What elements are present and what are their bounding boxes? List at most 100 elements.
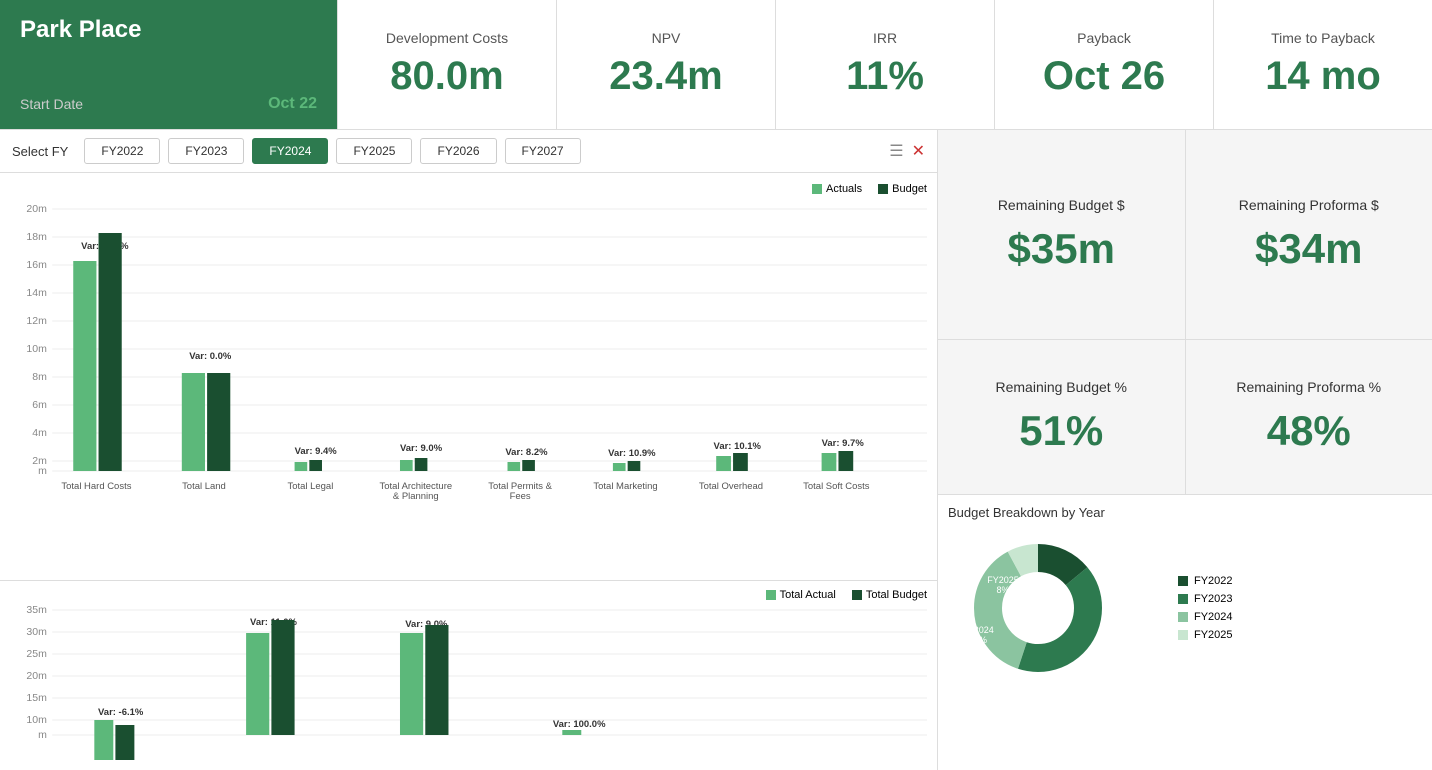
svg-text:37%: 37% bbox=[969, 635, 987, 645]
fy-btn-2027[interactable]: FY2027 bbox=[505, 138, 581, 164]
metric-dev-costs-label: Development Costs bbox=[386, 30, 508, 46]
metric-dev-costs-value: 80.0m bbox=[390, 54, 503, 99]
start-date-value: Oct 22 bbox=[268, 95, 317, 113]
donut-title: Budget Breakdown by Year bbox=[948, 505, 1422, 520]
donut-legend-fy2022: FY2022 bbox=[1178, 575, 1233, 587]
metric-payback: Payback Oct 26 bbox=[995, 0, 1214, 129]
top-header: Park Place Start Date Oct 22 Development… bbox=[0, 0, 1432, 130]
svg-text:10m: 10m bbox=[26, 715, 47, 726]
donut-label-fy2025: FY2025 bbox=[987, 575, 1019, 585]
donut-legend-fy2023: FY2023 bbox=[1178, 593, 1233, 605]
remaining-budget-dollar: Remaining Budget $ $35m bbox=[938, 130, 1186, 339]
svg-text:Var: 9.0%: Var: 9.0% bbox=[400, 443, 442, 453]
donut-svg: FY2022 14% FY2025 8% FY2024 37% bbox=[948, 528, 1168, 688]
svg-text:Var: 100.0%: Var: 100.0% bbox=[553, 719, 606, 729]
metric-time-payback: Time to Payback 14 mo bbox=[1214, 0, 1432, 129]
svg-text:14%: 14% bbox=[1087, 558, 1105, 568]
svg-text:Total Legal: Total Legal bbox=[287, 481, 333, 491]
remaining-proforma-dollar-label: Remaining Proforma $ bbox=[1239, 197, 1379, 213]
fy-btn-2025[interactable]: FY2025 bbox=[336, 138, 412, 164]
svg-text:14m: 14m bbox=[26, 288, 47, 299]
metric-payback-label: Payback bbox=[1077, 30, 1131, 46]
remaining-budget-dollar-value: $35m bbox=[1008, 225, 1115, 273]
donut-legend-fy2024: FY2024 bbox=[1178, 611, 1233, 623]
metric-npv: NPV 23.4m bbox=[557, 0, 776, 129]
legend-total-budget-label: Total Budget bbox=[866, 589, 927, 601]
svg-text:18m: 18m bbox=[26, 232, 47, 243]
donut-label-fy2024: FY2024 bbox=[962, 625, 994, 635]
metric-payback-value: Oct 26 bbox=[1043, 54, 1165, 99]
svg-text:35m: 35m bbox=[26, 605, 47, 616]
svg-text:15m: 15m bbox=[26, 693, 47, 704]
svg-text:12m: 12m bbox=[26, 316, 47, 327]
chart1-legend: Actuals Budget bbox=[10, 183, 927, 195]
metric-time-payback-value: 14 mo bbox=[1265, 54, 1381, 99]
right-mid-metrics: Remaining Budget % 51% Remaining Proform… bbox=[938, 340, 1432, 495]
fy-icons: ☰ ✕ bbox=[889, 141, 925, 161]
svg-text:Total Architecture: Total Architecture bbox=[379, 481, 452, 491]
chart1-area: Actuals Budget bbox=[0, 173, 937, 580]
svg-text:Total Soft Costs: Total Soft Costs bbox=[803, 481, 870, 491]
remaining-budget-pct-label: Remaining Budget % bbox=[995, 379, 1127, 395]
legend-total-actual: Total Actual bbox=[766, 589, 836, 601]
svg-text:Total Hard Costs: Total Hard Costs bbox=[61, 481, 131, 491]
svg-text:20m: 20m bbox=[26, 204, 47, 215]
right-section: Remaining Budget $ $35m Remaining Profor… bbox=[938, 130, 1432, 770]
svg-text:30m: 30m bbox=[26, 627, 47, 638]
fy-btn-2024[interactable]: FY2024 bbox=[252, 138, 328, 164]
remaining-proforma-pct: Remaining Proforma % 48% bbox=[1186, 340, 1432, 494]
svg-text:Total Permits &: Total Permits & bbox=[488, 481, 553, 491]
metric-time-payback-label: Time to Payback bbox=[1271, 30, 1375, 46]
legend-total-budget: Total Budget bbox=[852, 589, 927, 601]
donut-content: FY2022 14% FY2025 8% FY2024 37% FY2022 bbox=[948, 528, 1422, 688]
svg-text:Total Overhead: Total Overhead bbox=[699, 481, 763, 491]
clear-filter-icon[interactable]: ✕ bbox=[912, 141, 925, 161]
chart2-svg: 35m 30m 25m 20m 15m 10m m Var: -6.1% Var… bbox=[10, 605, 927, 765]
svg-text:Var: 0.0%: Var: 0.0% bbox=[189, 351, 231, 361]
fy-btn-2023[interactable]: FY2023 bbox=[168, 138, 244, 164]
chart1-svg: 20m 18m 16m 14m 12m 10m 8m 6m 4m 2m m Va… bbox=[10, 199, 927, 509]
legend-total-actual-label: Total Actual bbox=[780, 589, 836, 601]
svg-text:Total Land: Total Land bbox=[182, 481, 226, 491]
left-section: Select FY FY2022 FY2023 FY2024 FY2025 FY… bbox=[0, 130, 938, 770]
remaining-proforma-pct-label: Remaining Proforma % bbox=[1236, 379, 1381, 395]
remaining-budget-pct: Remaining Budget % 51% bbox=[938, 340, 1186, 494]
donut-legend-fy2024-dot bbox=[1178, 612, 1188, 622]
metric-npv-value: 23.4m bbox=[609, 54, 722, 99]
donut-label-fy2022: FY2022 bbox=[1080, 548, 1112, 558]
svg-text:6m: 6m bbox=[32, 400, 47, 411]
project-card: Park Place Start Date Oct 22 bbox=[0, 0, 338, 129]
fy-selector: Select FY FY2022 FY2023 FY2024 FY2025 FY… bbox=[0, 130, 937, 173]
legend-actuals: Actuals bbox=[812, 183, 862, 195]
metric-irr: IRR 11% bbox=[776, 0, 995, 129]
remaining-budget-dollar-label: Remaining Budget $ bbox=[998, 197, 1125, 213]
remaining-proforma-pct-value: 48% bbox=[1267, 407, 1351, 455]
svg-text:Total Marketing: Total Marketing bbox=[593, 481, 657, 491]
metric-npv-label: NPV bbox=[652, 30, 681, 46]
svg-text:25m: 25m bbox=[26, 649, 47, 660]
svg-text:10m: 10m bbox=[26, 344, 47, 355]
legend-actuals-label: Actuals bbox=[826, 183, 862, 195]
chart2-area: Total Actual Total Budget 35m 30m bbox=[0, 580, 937, 770]
metric-dev-costs: Development Costs 80.0m bbox=[338, 0, 557, 129]
svg-text:Var: 9.4%: Var: 9.4% bbox=[295, 446, 337, 456]
filter-icon[interactable]: ☰ bbox=[889, 141, 903, 161]
fy-label: Select FY bbox=[12, 144, 68, 159]
svg-text:Var: 10.1%: Var: 10.1% bbox=[714, 441, 761, 451]
fy-btn-2026[interactable]: FY2026 bbox=[420, 138, 496, 164]
svg-text:Fees: Fees bbox=[510, 491, 531, 501]
legend-total-budget-dot bbox=[852, 590, 862, 600]
svg-text:4m: 4m bbox=[32, 428, 47, 439]
donut-legend-fy2022-label: FY2022 bbox=[1194, 575, 1233, 587]
svg-text:m: m bbox=[38, 730, 47, 741]
legend-budget-label: Budget bbox=[892, 183, 927, 195]
donut-area: Budget Breakdown by Year bbox=[938, 495, 1432, 770]
legend-actuals-dot bbox=[812, 184, 822, 194]
remaining-proforma-dollar-value: $34m bbox=[1255, 225, 1362, 273]
svg-text:16m: 16m bbox=[26, 260, 47, 271]
svg-text:Var: 10.9%: Var: 10.9% bbox=[608, 448, 655, 458]
legend-budget-dot bbox=[878, 184, 888, 194]
chart2-legend: Total Actual Total Budget bbox=[10, 589, 927, 601]
remaining-budget-pct-value: 51% bbox=[1019, 407, 1103, 455]
fy-btn-2022[interactable]: FY2022 bbox=[84, 138, 160, 164]
